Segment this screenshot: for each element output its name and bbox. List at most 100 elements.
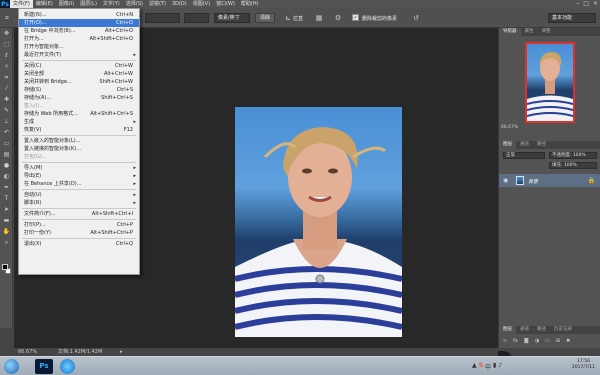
file-menu-item[interactable]: 在 Bridge 中浏览(B)... Alt+Ctrl+O (19, 27, 139, 35)
file-menu-item[interactable]: 打印一份(Y) Alt+Shift+Ctrl+P (19, 229, 139, 237)
crop-tool-icon[interactable]: ⌗ (3, 14, 11, 22)
move-tool-icon[interactable]: ✥ (0, 28, 13, 39)
reset-icon[interactable]: ↺ (412, 14, 420, 22)
status-arrow-icon[interactable]: ▸ (120, 348, 123, 356)
file-menu-item[interactable]: 文件简介(F)... Alt+Shift+Ctrl+I (19, 210, 139, 218)
zoom-level[interactable]: 66.67% (18, 348, 37, 356)
file-menu-item[interactable]: 打印(P)... Ctrl+P (19, 221, 139, 229)
maximize-icon[interactable]: □ (583, 0, 589, 7)
resolution-unit-select[interactable]: 像素/英寸 (214, 13, 250, 23)
file-menu-item[interactable]: 导出(E) ▸ (19, 172, 139, 180)
file-menu-item[interactable]: 打开(O)... Ctrl+O (19, 19, 139, 27)
workspace-select[interactable]: 基本功能 (548, 13, 596, 23)
file-menu-item[interactable]: 置入链接的智能对象(K)... (19, 145, 139, 153)
mask-icon[interactable]: ◙ (524, 338, 529, 344)
layer-name[interactable]: 背景 (528, 178, 538, 185)
sogou-ime-icon[interactable]: S (479, 362, 483, 371)
file-menu-item[interactable]: 退出(X) Ctrl+Q (19, 240, 139, 248)
menu-3d[interactable]: 3D(D) (169, 0, 190, 8)
file-menu-item[interactable]: 存储为 Web 所用格式... Alt+Shift+Ctrl+S (19, 110, 139, 118)
tab-properties[interactable]: 属性 (521, 28, 538, 36)
foreground-color-swatch[interactable] (2, 264, 8, 270)
file-menu-item[interactable]: 脚本(R) ▸ (19, 199, 139, 207)
menu-type[interactable]: 文字(Y) (100, 0, 123, 8)
crop-tool-icon[interactable]: ⌗ (0, 72, 13, 83)
width-field[interactable] (145, 13, 180, 23)
system-clock[interactable]: 17:56 2017/7/11 (572, 359, 595, 371)
tray-arrow-icon[interactable]: ▲ (472, 362, 477, 371)
menu-window[interactable]: 窗口(W) (213, 0, 238, 8)
tab-paths[interactable]: 路径 (533, 141, 550, 149)
taskbar-browser-icon[interactable] (60, 359, 75, 374)
link-layers-icon[interactable]: ∞ (503, 338, 507, 344)
clear-button[interactable]: 清除 (255, 13, 275, 23)
minimize-icon[interactable]: – (576, 0, 579, 7)
menu-image[interactable]: 图像(I) (56, 0, 77, 8)
file-menu-item[interactable]: 导入(M) ▸ (19, 164, 139, 172)
type-tool-icon[interactable]: T (0, 193, 13, 204)
magic-wand-icon[interactable]: ✧ (0, 61, 13, 72)
volume-icon[interactable]: ♪ (498, 362, 502, 371)
menu-layer[interactable]: 图层(L) (77, 0, 100, 8)
eraser-icon[interactable]: ▭ (0, 138, 13, 149)
taskbar-photoshop[interactable]: Ps (35, 359, 53, 374)
tab-adjustments[interactable]: 调整 (538, 28, 555, 36)
visibility-eye-icon[interactable]: ◉ (503, 177, 508, 184)
menu-view[interactable]: 视图(V) (190, 0, 213, 8)
tab-history[interactable]: 历史记录 (550, 326, 576, 334)
pen-tool-icon[interactable]: ✒ (0, 182, 13, 193)
file-menu-item[interactable]: 自动(U) ▸ (19, 191, 139, 199)
file-menu-item[interactable]: 打开为... Alt+Shift+Ctrl+O (19, 35, 139, 43)
menu-select[interactable]: 选择(S) (123, 0, 146, 8)
shape-tool-icon[interactable]: ▬ (0, 215, 13, 226)
file-menu-item[interactable]: 关闭并转到 Bridge... Shift+Ctrl+W (19, 78, 139, 86)
tab-paths-bottom[interactable]: 路径 (533, 326, 550, 334)
lasso-tool-icon[interactable]: ℓ (0, 50, 13, 61)
file-menu-item[interactable]: 生成 ▸ (19, 118, 139, 126)
layer-row-background[interactable]: ◉ 背景 🔒 (499, 174, 600, 187)
menu-file[interactable]: 文件(F) (10, 0, 33, 8)
fill-field[interactable]: 填充: 100% (549, 162, 597, 169)
close-icon[interactable]: × (593, 0, 598, 7)
marquee-tool-icon[interactable]: ⬚ (0, 39, 13, 50)
file-menu-item[interactable]: 存储为(A)... Shift+Ctrl+S (19, 94, 139, 102)
folder-icon[interactable]: ▭ (545, 338, 550, 344)
file-menu-item[interactable]: 关闭(C) Ctrl+W (19, 62, 139, 70)
menu-filter[interactable]: 滤镜(T) (146, 0, 169, 8)
file-menu-item[interactable]: 最近打开文件(T) ▸ (19, 51, 139, 59)
settings-gear-icon[interactable]: ⚙ (334, 14, 342, 22)
navigator-preview[interactable] (525, 42, 575, 123)
network-icon[interactable]: ▮ (493, 362, 496, 371)
delete-cropped-checkbox[interactable]: ✓ (352, 14, 359, 21)
hand-tool-icon[interactable]: ✋ (0, 226, 13, 237)
blur-tool-icon[interactable]: ● (0, 160, 13, 171)
brush-tool-icon[interactable]: ✎ (0, 105, 13, 116)
height-field[interactable] (184, 13, 209, 23)
menu-edit[interactable]: 编辑(E) (33, 0, 56, 8)
file-menu-item[interactable]: 在 Behance 上共享(D)... ▸ (19, 180, 139, 188)
tab-layers[interactable]: 图层 (499, 141, 516, 149)
tab-channels[interactable]: 通道 (516, 141, 533, 149)
navigator-zoom[interactable]: 66.67% (501, 125, 518, 130)
file-menu-item[interactable]: 关闭全部 Alt+Ctrl+W (19, 70, 139, 78)
tab-channels-bottom[interactable]: 通道 (516, 326, 533, 334)
start-button[interactable] (4, 359, 19, 374)
tab-layers-bottom[interactable]: 图层 (499, 326, 516, 334)
clone-stamp-icon[interactable]: ⊥ (0, 116, 13, 127)
straighten-icon[interactable]: ⊾ (284, 14, 292, 22)
trash-icon[interactable]: ✖ (566, 338, 570, 344)
new-layer-icon[interactable]: ⊞ (556, 338, 560, 344)
gradient-icon[interactable]: ▤ (0, 149, 13, 160)
fx-icon[interactable]: fx (513, 338, 518, 344)
file-menu-item[interactable]: 存储(S) Ctrl+S (19, 86, 139, 94)
healing-brush-icon[interactable]: ✚ (0, 94, 13, 105)
menu-help[interactable]: 帮助(H) (238, 0, 262, 8)
tab-navigator[interactable]: 导航器 (499, 28, 521, 36)
file-menu-item[interactable]: 打开为智能对象... (19, 43, 139, 51)
blend-mode-select[interactable]: 正常 (503, 152, 545, 159)
zoom-tool-icon[interactable]: ⌕ (0, 237, 13, 248)
history-brush-icon[interactable]: ↶ (0, 127, 13, 138)
dodge-tool-icon[interactable]: ◐ (0, 171, 13, 182)
file-menu-item[interactable]: 置入嵌入的智能对象(L)... (19, 137, 139, 145)
adjustment-icon[interactable]: ◑ (535, 338, 539, 344)
